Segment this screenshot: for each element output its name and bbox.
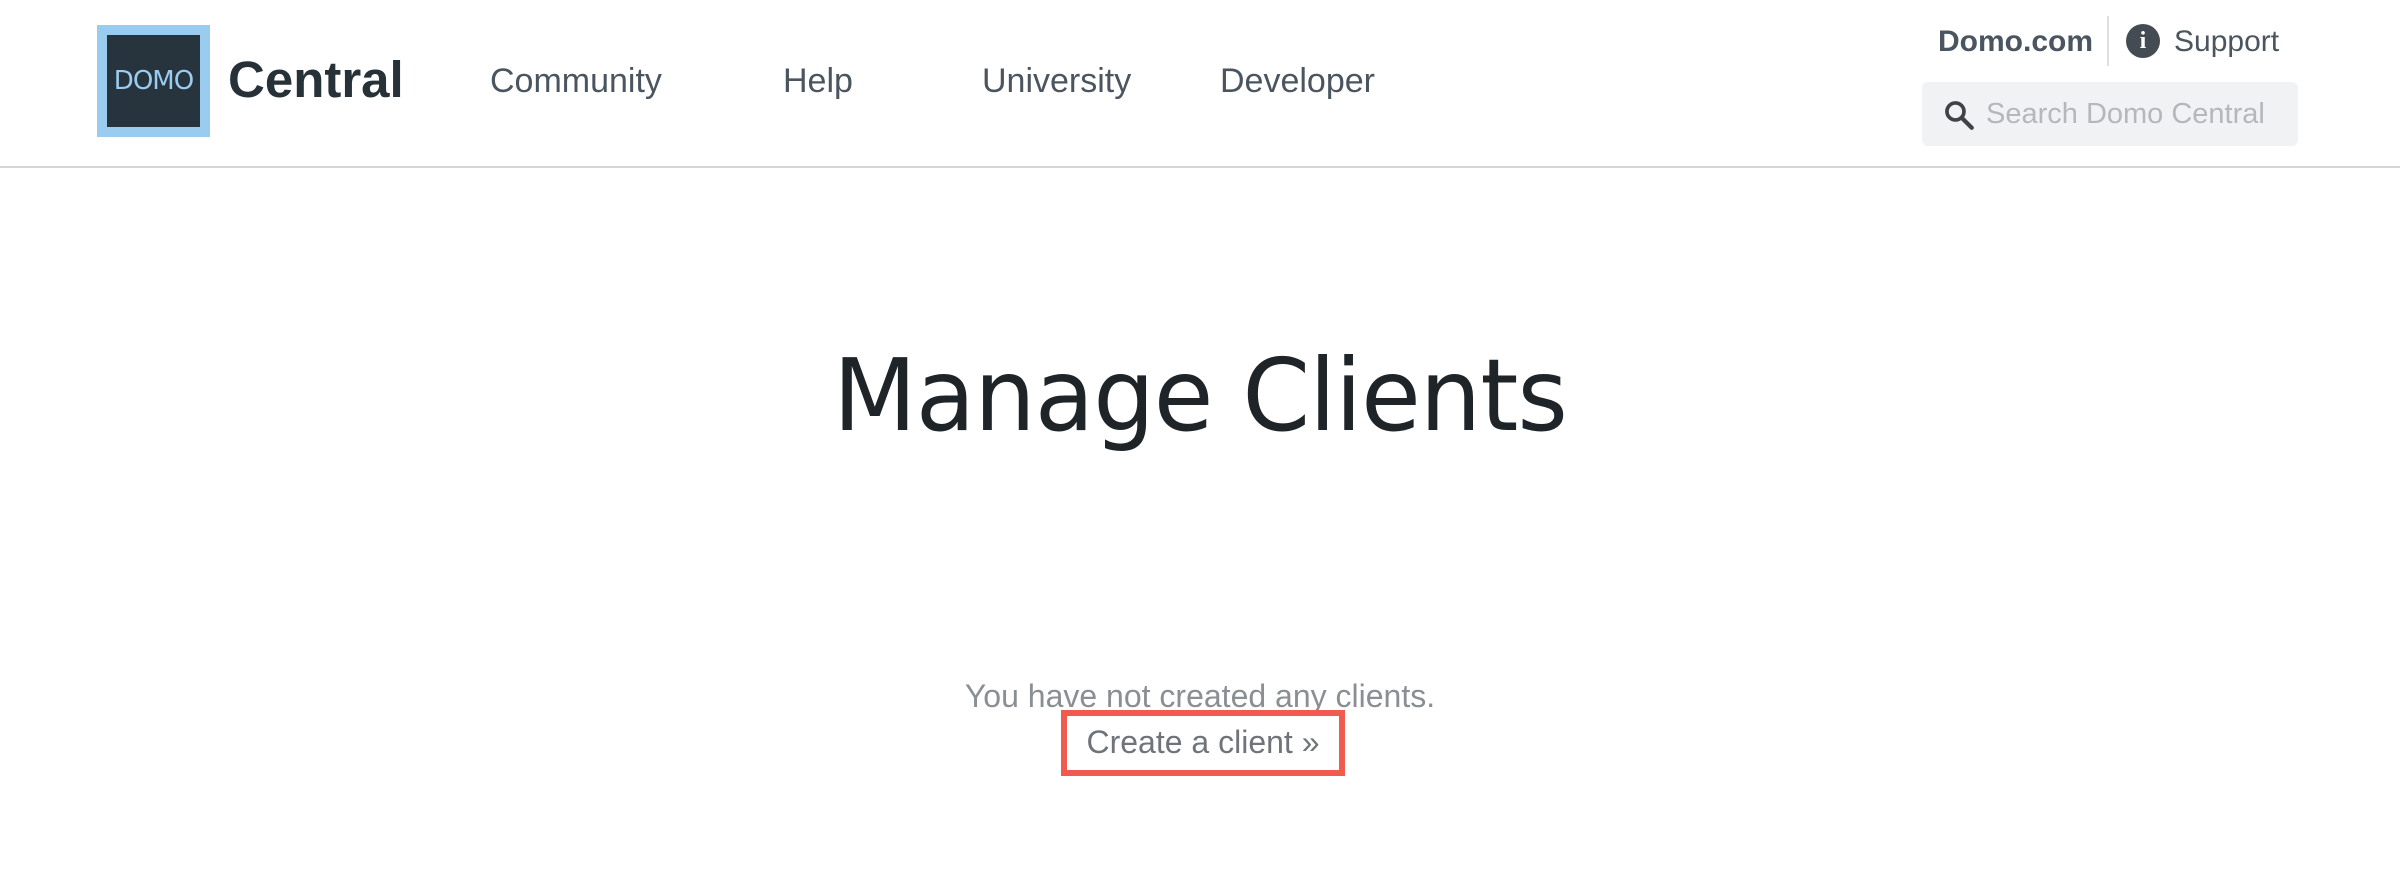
support-link[interactable]: Support	[2174, 20, 2279, 64]
nav-university[interactable]: University	[982, 58, 1131, 104]
search-box[interactable]	[1922, 82, 2298, 146]
create-client-link[interactable]: Create a client »	[1061, 710, 1345, 776]
search-icon	[1945, 101, 1974, 130]
nav-developer[interactable]: Developer	[1220, 58, 1375, 104]
header-divider	[2107, 16, 2109, 66]
info-icon[interactable]: i	[2126, 24, 2160, 58]
domo-com-link[interactable]: Domo.com	[1938, 20, 2093, 64]
domo-logo-mark: DOMO	[107, 35, 200, 127]
nav-community[interactable]: Community	[490, 58, 662, 104]
nav-help[interactable]: Help	[783, 58, 853, 104]
brand-title[interactable]: Central	[228, 46, 404, 114]
site-header: DOMO Central Community Help University D…	[0, 0, 2400, 168]
page-title: Manage Clients	[833, 337, 1568, 454]
domo-logo[interactable]: DOMO	[97, 25, 210, 137]
search-input[interactable]	[1986, 90, 2286, 138]
